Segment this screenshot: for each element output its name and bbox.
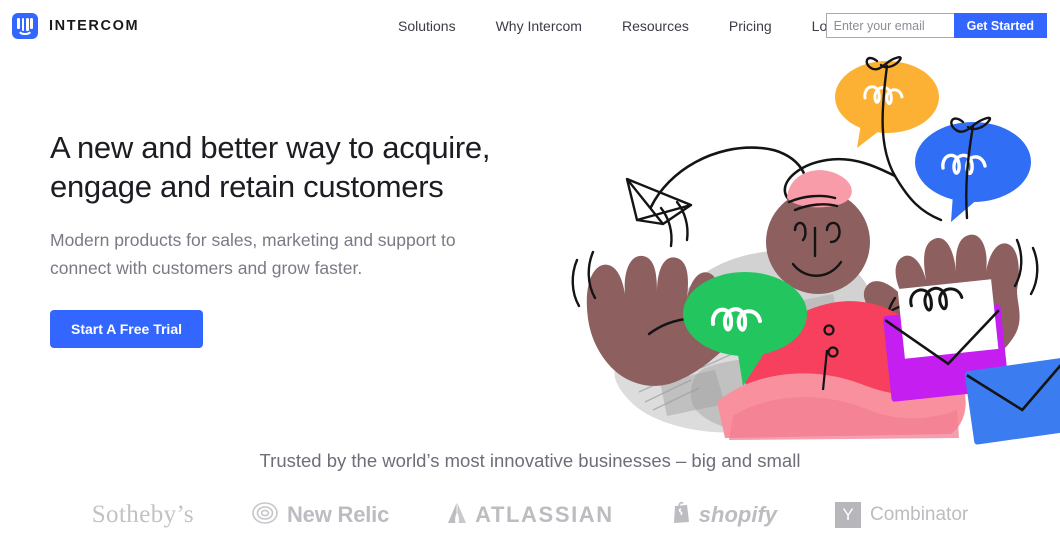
paper-airplane-trail <box>649 146 897 209</box>
speech-bubble-blue-icon <box>915 122 1031 222</box>
header-signup-form: Get Started <box>825 13 1047 38</box>
envelope-blue-icon <box>964 357 1060 445</box>
email-input[interactable] <box>825 13 954 38</box>
get-started-button[interactable]: Get Started <box>953 13 1047 38</box>
paper-airplane-icon <box>625 177 693 226</box>
logo-sothebys: Sotheby’s <box>92 495 194 535</box>
nav-item-resources[interactable]: Resources <box>622 18 689 34</box>
trust-headline: Trusted by the world’s most innovative b… <box>259 450 801 471</box>
logo-y-combinator-text: Combinator <box>870 504 969 525</box>
hero-illustration <box>565 52 1060 452</box>
site-header: INTERCOM Solutions Why Intercom Resource… <box>0 0 1060 52</box>
logo-new-relic-text: New Relic <box>286 502 390 527</box>
intercom-logo-icon <box>12 13 38 39</box>
character-head <box>766 170 870 294</box>
landing-page: INTERCOM Solutions Why Intercom Resource… <box>0 0 1060 548</box>
hero-section: A new and better way to acquire, engage … <box>50 128 530 348</box>
brand-logo[interactable]: INTERCOM <box>12 13 139 39</box>
page-title: A new and better way to acquire, engage … <box>50 128 530 206</box>
brand-name: INTERCOM <box>49 18 140 34</box>
logo-atlassian-text: ATLASSIAN <box>475 502 614 527</box>
y-combinator-square-icon: Y <box>835 502 862 528</box>
atlassian-mark-icon <box>447 502 467 529</box>
hero-subtitle: Modern products for sales, marketing and… <box>50 226 530 282</box>
customer-logos: Sotheby’s New Relic ATLASSIAN shopify Y … <box>0 495 1060 535</box>
new-relic-circles-icon <box>252 500 278 531</box>
main-navigation: Solutions Why Intercom Resources Pricing… <box>398 0 850 52</box>
shopify-bag-icon <box>672 501 692 530</box>
start-free-trial-button[interactable]: Start A Free Trial <box>50 310 204 348</box>
nav-item-solutions[interactable]: Solutions <box>398 18 456 34</box>
hero-title-line-1: A new and better way to acquire, <box>50 130 491 165</box>
hero-subtitle-line-2: connect with customers and grow faster. <box>50 258 363 278</box>
hero-title-line-2: engage and retain customers <box>50 169 444 204</box>
logo-sothebys-text: Sotheby’s <box>91 501 194 528</box>
hero-subtitle-line-1: Modern products for sales, marketing and… <box>50 230 456 250</box>
logo-shopify-text: shopify <box>698 502 778 527</box>
nav-item-why-intercom[interactable]: Why Intercom <box>496 18 582 34</box>
logo-shopify: shopify <box>672 495 777 535</box>
logo-atlassian: ATLASSIAN <box>447 495 614 535</box>
logo-y-combinator: Y Combinator <box>835 495 968 535</box>
nav-item-pricing[interactable]: Pricing <box>729 18 772 34</box>
logo-new-relic: New Relic <box>252 495 389 535</box>
